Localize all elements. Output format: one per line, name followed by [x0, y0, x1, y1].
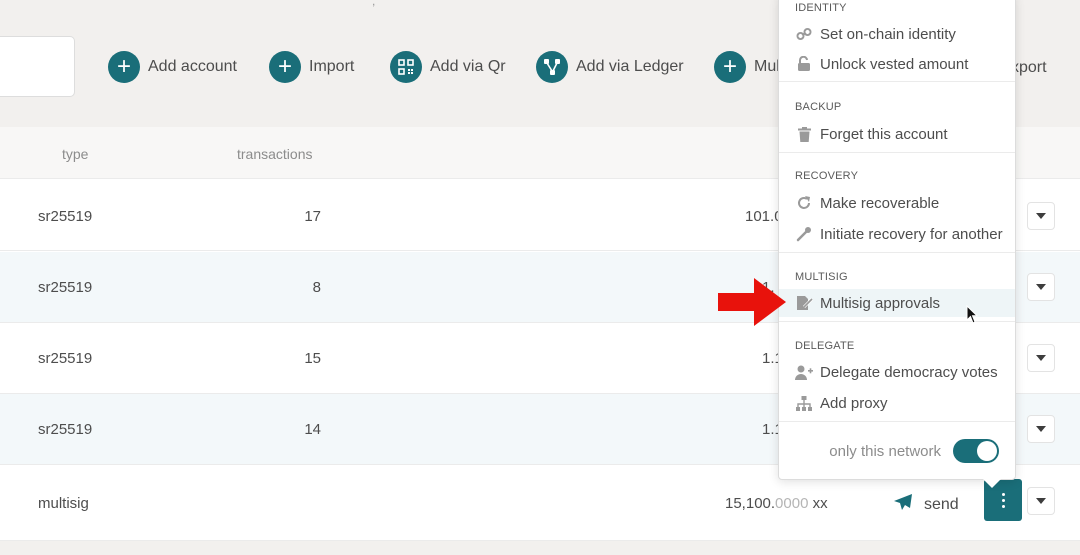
- toggle-knob: [977, 441, 997, 461]
- menu-item-make-recoverable[interactable]: Make recoverable: [779, 189, 1015, 217]
- transactions-count: 8: [312, 279, 321, 296]
- balance: 15,100.0000 xx: [725, 495, 828, 512]
- network-toggle-row: only this network: [779, 431, 1015, 471]
- network-icon: [536, 51, 568, 83]
- menu-divider: [779, 421, 1015, 422]
- redo-icon: [795, 194, 813, 212]
- mouse-cursor-icon: [966, 305, 979, 324]
- add-via-qr-button[interactable]: Add via Qr: [390, 51, 506, 83]
- add-account-label: Add account: [148, 58, 237, 75]
- menu-item-label: Multisig approvals: [820, 294, 941, 312]
- account-actions-menu: IDENTITY Set on-chain identity Unlock ve…: [778, 0, 1016, 480]
- expand-row-button[interactable]: [1027, 344, 1055, 372]
- section-title-recovery: RECOVERY: [795, 170, 859, 182]
- export-button-label[interactable]: xport: [1011, 59, 1047, 77]
- expand-row-button[interactable]: [1027, 487, 1055, 515]
- chevron-down-icon: [1036, 498, 1046, 504]
- menu-caret: [983, 479, 1001, 488]
- expand-row-button[interactable]: [1027, 415, 1055, 443]
- add-via-ledger-label: Add via Ledger: [576, 58, 684, 75]
- account-type: multisig: [38, 495, 89, 512]
- plus-icon: +: [108, 51, 140, 83]
- add-via-ledger-button[interactable]: Add via Ledger: [536, 51, 684, 83]
- menu-item-label: Set on-chain identity: [820, 25, 956, 43]
- file-signature-icon: [795, 294, 813, 312]
- import-label: Import: [309, 58, 355, 75]
- menu-divider: [779, 252, 1015, 253]
- plus-icon: +: [714, 51, 746, 83]
- menu-item-label: Delegate democracy votes: [820, 363, 998, 381]
- expand-row-button[interactable]: [1027, 202, 1055, 230]
- chevron-down-icon: [1036, 213, 1046, 219]
- send-button[interactable]: send: [893, 493, 959, 516]
- section-title-identity: IDENTITY: [795, 2, 847, 14]
- qr-code-icon: [390, 51, 422, 83]
- link-icon: [795, 25, 813, 43]
- chevron-down-icon: [1036, 355, 1046, 361]
- menu-item-label: Forget this account: [820, 125, 948, 143]
- account-type: sr25519: [38, 208, 93, 225]
- balance: 101.0: [745, 208, 783, 225]
- balance-integer: 15,100.: [725, 495, 776, 512]
- paper-plane-icon: [893, 493, 913, 516]
- menu-item-initiate-recovery[interactable]: Initiate recovery for another: [779, 220, 1015, 248]
- send-label: send: [924, 495, 959, 513]
- balance-unit: xx: [808, 495, 828, 512]
- expand-row-button[interactable]: [1027, 273, 1055, 301]
- plus-icon: +: [269, 51, 301, 83]
- add-multisig-button[interactable]: + Mul: [714, 51, 780, 83]
- wrench-icon: [795, 225, 813, 243]
- menu-item-set-identity[interactable]: Set on-chain identity: [779, 20, 1015, 48]
- chevron-down-icon: [1036, 426, 1046, 432]
- trash-icon: [795, 125, 813, 143]
- section-title-delegate: DELEGATE: [795, 340, 855, 352]
- menu-item-unlock-vested[interactable]: Unlock vested amount: [779, 50, 1015, 78]
- only-this-network-toggle[interactable]: [953, 439, 999, 463]
- menu-item-label: Add proxy: [820, 394, 888, 412]
- transactions-count: 15: [304, 350, 321, 367]
- chevron-down-icon: [1036, 284, 1046, 290]
- menu-item-add-proxy[interactable]: Add proxy: [779, 389, 1015, 417]
- balance-decimals: 0000: [775, 495, 809, 512]
- account-type: sr25519: [38, 421, 93, 438]
- import-button[interactable]: + Import: [269, 51, 354, 83]
- menu-item-delegate-votes[interactable]: Delegate democracy votes: [779, 358, 1015, 386]
- section-title-backup: BACKUP: [795, 101, 842, 113]
- filter-input[interactable]: [0, 36, 75, 97]
- dot: [1001, 492, 1005, 496]
- add-multisig-label: Mul: [754, 58, 780, 75]
- transactions-count: 14: [304, 421, 321, 438]
- column-header-transactions: transactions: [237, 146, 313, 162]
- column-header-type: type: [62, 146, 89, 162]
- menu-item-forget-account[interactable]: Forget this account: [779, 120, 1015, 148]
- menu-item-label: Unlock vested amount: [820, 55, 969, 73]
- sitemap-icon: [795, 394, 813, 412]
- top-text-fragment: ,: [372, 0, 376, 8]
- account-type: sr25519: [38, 350, 93, 367]
- dot: [1001, 504, 1005, 508]
- red-arrow-annotation: [718, 278, 786, 326]
- account-type: sr25519: [38, 279, 93, 296]
- menu-item-label: Make recoverable: [820, 194, 940, 212]
- toggle-label: only this network: [829, 442, 941, 460]
- unlock-icon: [795, 55, 813, 73]
- user-plus-icon: [795, 363, 813, 381]
- menu-item-label: Initiate recovery for another: [820, 225, 1003, 243]
- transactions-count: 17: [304, 208, 321, 225]
- add-account-button[interactable]: + Add account: [108, 51, 237, 83]
- menu-divider: [779, 152, 1015, 153]
- menu-divider: [779, 81, 1015, 82]
- add-via-qr-label: Add via Qr: [430, 58, 506, 75]
- section-title-multisig: MULTISIG: [795, 271, 848, 283]
- dot: [1001, 498, 1005, 502]
